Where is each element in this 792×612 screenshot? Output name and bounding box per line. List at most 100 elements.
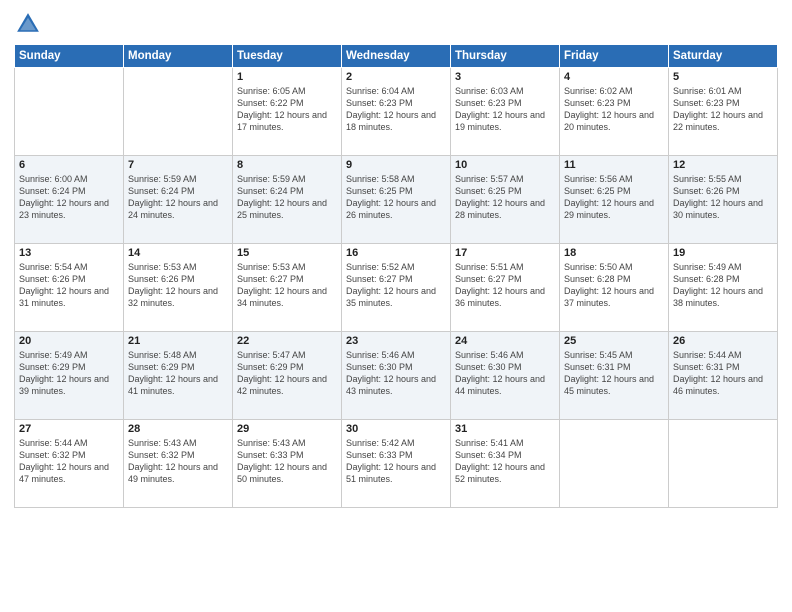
calendar-cell: 9Sunrise: 5:58 AM Sunset: 6:25 PM Daylig…: [342, 156, 451, 244]
day-info: Sunrise: 5:42 AM Sunset: 6:33 PM Dayligh…: [346, 437, 446, 486]
weekday-header-saturday: Saturday: [669, 45, 778, 68]
day-info: Sunrise: 5:44 AM Sunset: 6:32 PM Dayligh…: [19, 437, 119, 486]
day-info: Sunrise: 6:00 AM Sunset: 6:24 PM Dayligh…: [19, 173, 119, 222]
day-info: Sunrise: 5:43 AM Sunset: 6:33 PM Dayligh…: [237, 437, 337, 486]
week-row-4: 20 Sunrise: 5:49 AM Sunset: 6:29 PM Dayli…: [15, 332, 778, 420]
calendar-cell: 8 Sunrise: 5:59 AM Sunset: 6:24 PM Daylig…: [233, 156, 342, 244]
calendar-cell: 10 Sunrise: 5:57 AM Sunset: 6:25 PM Dayli…: [451, 156, 560, 244]
day-info: Sunrise: 5:57 AM Sunset: 6:25 PM Dayligh…: [455, 173, 555, 222]
calendar-cell: 5 Sunrise: 6:01 AM Sunset: 6:23 PM Daylig…: [669, 68, 778, 156]
day-number: 8: [237, 159, 337, 171]
week-row-2: 6 Sunrise: 6:00 AM Sunset: 6:24 PM Daylig…: [15, 156, 778, 244]
calendar-cell: 23Sunrise: 5:46 AM Sunset: 6:30 PM Dayli…: [342, 332, 451, 420]
weekday-header-tuesday: Tuesday: [233, 45, 342, 68]
day-info: Sunrise: 5:43 AM Sunset: 6:32 PM Dayligh…: [128, 437, 228, 486]
calendar-cell: [669, 420, 778, 508]
weekday-header-thursday: Thursday: [451, 45, 560, 68]
weekday-header-sunday: Sunday: [15, 45, 124, 68]
day-number: 18: [564, 247, 664, 259]
day-info: Sunrise: 6:05 AM Sunset: 6:22 PM Dayligh…: [237, 85, 337, 134]
day-info: Sunrise: 5:52 AM Sunset: 6:27 PM Dayligh…: [346, 261, 446, 310]
day-number: 10: [455, 159, 555, 171]
day-number: 14: [128, 247, 228, 259]
calendar-cell: 1 Sunrise: 6:05 AM Sunset: 6:22 PM Daylig…: [233, 68, 342, 156]
calendar-cell: 11Sunrise: 5:56 AM Sunset: 6:25 PM Dayli…: [560, 156, 669, 244]
calendar-cell: 7Sunrise: 5:59 AM Sunset: 6:24 PM Daylig…: [124, 156, 233, 244]
calendar-cell: [15, 68, 124, 156]
calendar-cell: 15Sunrise: 5:53 AM Sunset: 6:27 PM Dayli…: [233, 244, 342, 332]
calendar-cell: 30 Sunrise: 5:42 AM Sunset: 6:33 PM Dayli…: [342, 420, 451, 508]
calendar-cell: 13 Sunrise: 5:54 AM Sunset: 6:26 PM Dayli…: [15, 244, 124, 332]
day-info: Sunrise: 5:54 AM Sunset: 6:26 PM Dayligh…: [19, 261, 119, 310]
calendar-cell: 16Sunrise: 5:52 AM Sunset: 6:27 PM Dayli…: [342, 244, 451, 332]
day-info: Sunrise: 5:45 AM Sunset: 6:31 PM Dayligh…: [564, 349, 664, 398]
day-info: Sunrise: 5:49 AM Sunset: 6:29 PM Dayligh…: [19, 349, 119, 398]
day-number: 30: [346, 423, 446, 435]
day-info: Sunrise: 6:03 AM Sunset: 6:23 PM Dayligh…: [455, 85, 555, 134]
day-number: 25: [564, 335, 664, 347]
calendar-cell: [124, 68, 233, 156]
day-number: 2: [346, 71, 446, 83]
calendar-cell: [560, 420, 669, 508]
day-number: 11: [564, 159, 664, 171]
week-row-5: 27 Sunrise: 5:44 AM Sunset: 6:32 PM Dayli…: [15, 420, 778, 508]
day-number: 17: [455, 247, 555, 259]
weekday-header-monday: Monday: [124, 45, 233, 68]
calendar-cell: 12 Sunrise: 5:55 AM Sunset: 6:26 PM Dayli…: [669, 156, 778, 244]
day-number: 28: [128, 423, 228, 435]
page: SundayMondayTuesdayWednesdayThursdayFrid…: [0, 0, 792, 612]
day-number: 12: [673, 159, 773, 171]
calendar-cell: 4 Sunrise: 6:02 AM Sunset: 6:23 PM Daylig…: [560, 68, 669, 156]
weekday-header-friday: Friday: [560, 45, 669, 68]
day-number: 5: [673, 71, 773, 83]
calendar-cell: 27 Sunrise: 5:44 AM Sunset: 6:32 PM Dayli…: [15, 420, 124, 508]
day-info: Sunrise: 5:46 AM Sunset: 6:30 PM Dayligh…: [346, 349, 446, 398]
day-info: Sunrise: 5:55 AM Sunset: 6:26 PM Dayligh…: [673, 173, 773, 222]
day-number: 21: [128, 335, 228, 347]
day-info: Sunrise: 6:01 AM Sunset: 6:23 PM Dayligh…: [673, 85, 773, 134]
calendar-cell: 26Sunrise: 5:44 AM Sunset: 6:31 PM Dayli…: [669, 332, 778, 420]
day-info: Sunrise: 6:02 AM Sunset: 6:23 PM Dayligh…: [564, 85, 664, 134]
day-number: 24: [455, 335, 555, 347]
calendar-cell: 28 Sunrise: 5:43 AM Sunset: 6:32 PM Dayli…: [124, 420, 233, 508]
calendar-cell: 20 Sunrise: 5:49 AM Sunset: 6:29 PM Dayli…: [15, 332, 124, 420]
day-number: 31: [455, 423, 555, 435]
day-info: Sunrise: 5:53 AM Sunset: 6:27 PM Dayligh…: [237, 261, 337, 310]
day-info: Sunrise: 5:51 AM Sunset: 6:27 PM Dayligh…: [455, 261, 555, 310]
weekday-header-row: SundayMondayTuesdayWednesdayThursdayFrid…: [15, 45, 778, 68]
calendar-cell: 6 Sunrise: 6:00 AM Sunset: 6:24 PM Daylig…: [15, 156, 124, 244]
day-number: 13: [19, 247, 119, 259]
calendar-cell: 25 Sunrise: 5:45 AM Sunset: 6:31 PM Dayli…: [560, 332, 669, 420]
calendar-cell: 2 Sunrise: 6:04 AM Sunset: 6:23 PM Daylig…: [342, 68, 451, 156]
day-info: Sunrise: 5:49 AM Sunset: 6:28 PM Dayligh…: [673, 261, 773, 310]
logo-icon: [14, 10, 42, 38]
day-number: 27: [19, 423, 119, 435]
day-info: Sunrise: 5:59 AM Sunset: 6:24 PM Dayligh…: [237, 173, 337, 222]
calendar-cell: 21 Sunrise: 5:48 AM Sunset: 6:29 PM Dayli…: [124, 332, 233, 420]
day-info: Sunrise: 5:47 AM Sunset: 6:29 PM Dayligh…: [237, 349, 337, 398]
day-info: Sunrise: 5:44 AM Sunset: 6:31 PM Dayligh…: [673, 349, 773, 398]
calendar-cell: 19 Sunrise: 5:49 AM Sunset: 6:28 PM Dayli…: [669, 244, 778, 332]
calendar-cell: 18Sunrise: 5:50 AM Sunset: 6:28 PM Dayli…: [560, 244, 669, 332]
day-number: 9: [346, 159, 446, 171]
day-number: 20: [19, 335, 119, 347]
week-row-1: 1 Sunrise: 6:05 AM Sunset: 6:22 PM Daylig…: [15, 68, 778, 156]
day-number: 1: [237, 71, 337, 83]
calendar-cell: 3Sunrise: 6:03 AM Sunset: 6:23 PM Daylig…: [451, 68, 560, 156]
calendar-cell: 22 Sunrise: 5:47 AM Sunset: 6:29 PM Dayli…: [233, 332, 342, 420]
day-number: 29: [237, 423, 337, 435]
day-number: 22: [237, 335, 337, 347]
calendar-cell: 17 Sunrise: 5:51 AM Sunset: 6:27 PM Dayli…: [451, 244, 560, 332]
calendar-cell: 14 Sunrise: 5:53 AM Sunset: 6:26 PM Dayli…: [124, 244, 233, 332]
day-number: 6: [19, 159, 119, 171]
calendar-cell: 31 Sunrise: 5:41 AM Sunset: 6:34 PM Dayli…: [451, 420, 560, 508]
calendar: SundayMondayTuesdayWednesdayThursdayFrid…: [14, 44, 778, 508]
calendar-cell: 29 Sunrise: 5:43 AM Sunset: 6:33 PM Dayli…: [233, 420, 342, 508]
day-info: Sunrise: 5:41 AM Sunset: 6:34 PM Dayligh…: [455, 437, 555, 486]
day-info: Sunrise: 5:53 AM Sunset: 6:26 PM Dayligh…: [128, 261, 228, 310]
day-info: Sunrise: 5:46 AM Sunset: 6:30 PM Dayligh…: [455, 349, 555, 398]
day-number: 4: [564, 71, 664, 83]
day-info: Sunrise: 6:04 AM Sunset: 6:23 PM Dayligh…: [346, 85, 446, 134]
day-number: 19: [673, 247, 773, 259]
day-info: Sunrise: 5:48 AM Sunset: 6:29 PM Dayligh…: [128, 349, 228, 398]
